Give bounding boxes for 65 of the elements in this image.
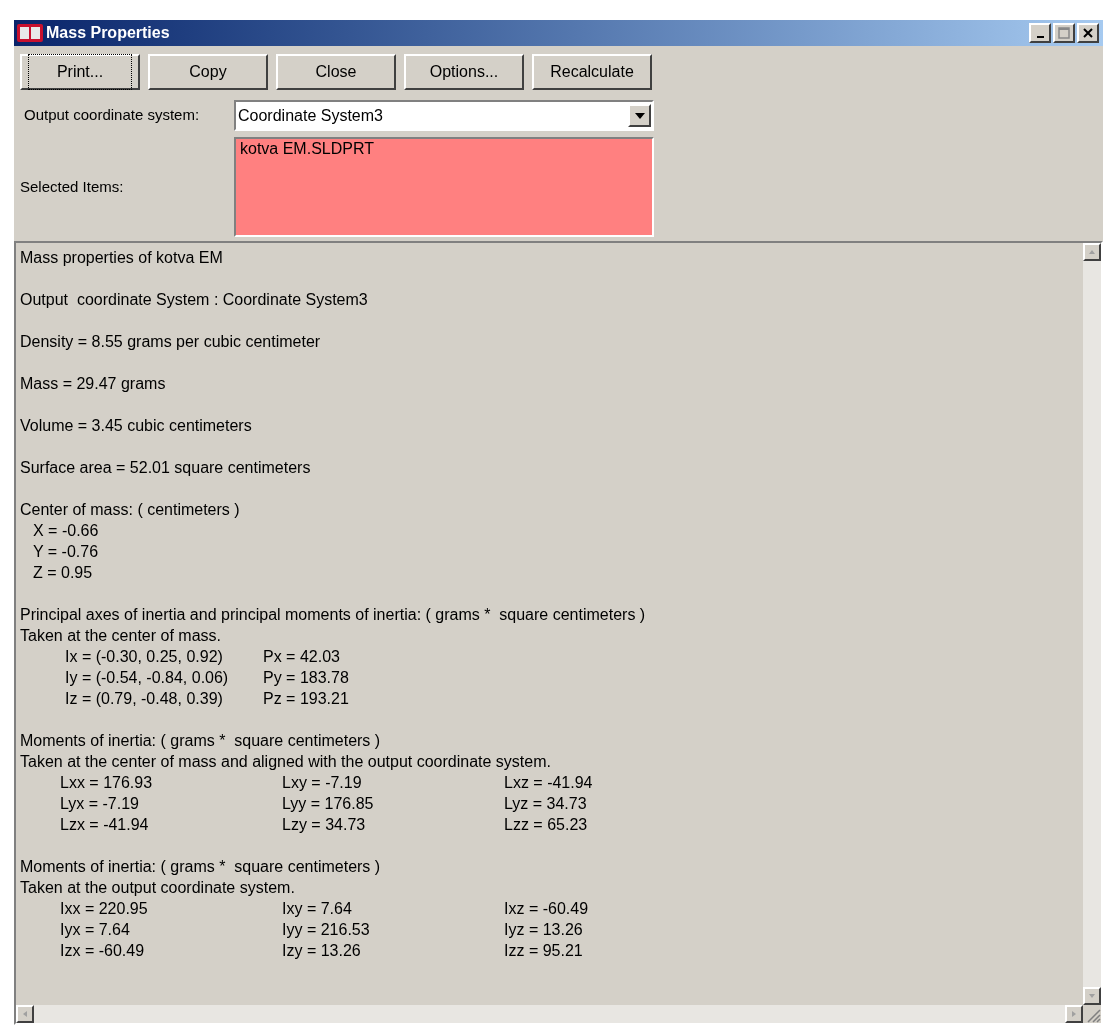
report-line: Taken at the center of mass and aligned with the output coordinate system.: [20, 752, 551, 772]
report-value: Lzz = 65.23: [504, 815, 589, 835]
report-value: Iyx = 7.64: [60, 920, 131, 940]
dialog-button[interactable]: Print...: [20, 54, 140, 90]
report-line: Density = 8.55 grams per cubic centimeter: [20, 332, 321, 352]
scroll-up-button[interactable]: [1083, 243, 1101, 261]
report-line: Output coordinate System : Coordinate System3: [20, 290, 368, 310]
horizontal-scrollbar[interactable]: [16, 1005, 1083, 1023]
dropdown-arrow-icon: [634, 112, 645, 119]
report-value: Iyz = 13.26: [504, 920, 584, 940]
vertical-scrollbar[interactable]: [1083, 243, 1101, 1005]
report-value: Lxz = -41.94: [504, 773, 594, 793]
minimize-icon: [1036, 36, 1044, 38]
scroll-right-button[interactable]: [1065, 1005, 1083, 1023]
report-value: Izy = 13.26: [282, 941, 362, 961]
report-value: Lyx = -7.19: [60, 794, 140, 814]
report-line: Surface area = 52.01 square centimeters: [20, 458, 311, 478]
dialog-button[interactable]: Recalculate: [532, 54, 652, 90]
report-value: Lxy = -7.19: [282, 773, 363, 793]
report-value: Iz = (0.79, -0.48, 0.39): [65, 689, 224, 709]
report-line: Moments of inertia: ( grams * square centimeters ): [20, 731, 381, 751]
report-line: Moments of inertia: ( grams * square centimeters ): [20, 857, 381, 877]
report-value: Lxx = 176.93: [60, 773, 154, 793]
dialog-button[interactable]: Copy: [148, 54, 268, 90]
report-value: Lzx = -41.94: [60, 815, 150, 835]
report-line: Mass properties of kotva EM: [20, 248, 223, 268]
selected-items-box[interactable]: kotva EM.SLDPRT: [234, 137, 654, 237]
report-value: Py = 183.78: [263, 668, 349, 688]
field-label: Selected Items:: [20, 176, 125, 197]
report-value: Lzy = 34.73: [282, 815, 367, 835]
report-value: Izx = -60.49: [60, 941, 146, 961]
report-value: Pz = 193.21: [263, 689, 349, 709]
report-value: Iy = (-0.54, -0.84, 0.06): [65, 668, 230, 688]
report-line: Mass = 29.47 grams: [20, 374, 166, 394]
close-icon: [1082, 27, 1094, 39]
report-line: Volume = 3.45 cubic centimeters: [20, 416, 252, 436]
dialog-button[interactable]: Close: [276, 54, 396, 90]
minimize-button[interactable]: [1029, 23, 1051, 43]
dialog-button[interactable]: Options...: [404, 54, 524, 90]
maximize-icon: [1058, 27, 1070, 39]
selected-item[interactable]: kotva EM.SLDPRT: [240, 139, 652, 159]
report-line: Principal axes of inertia and principal moments of inertia: ( grams * square centimeters ): [20, 605, 646, 625]
maximize-button[interactable]: [1053, 23, 1075, 43]
window-title: Mass Properties: [46, 23, 170, 43]
report-line: Center of mass: ( centimeters ): [20, 500, 240, 520]
report-value: Ixy = 7.64: [282, 899, 353, 919]
scroll-left-button[interactable]: [16, 1005, 34, 1023]
close-button[interactable]: [1077, 23, 1099, 43]
coordinate-system-dropdown[interactable]: Coordinate System3: [234, 100, 654, 131]
report-line: X = -0.66: [32, 521, 99, 541]
report-value: Ixx = 220.95: [60, 899, 149, 919]
report-value: Ixz = -60.49: [504, 899, 590, 919]
report-value: Lyy = 176.85: [282, 794, 375, 814]
report-line: Z = 0.95: [32, 563, 93, 583]
report-value: Lyz = 34.73: [504, 794, 588, 814]
report-value: Iyy = 216.53: [282, 920, 371, 940]
field-label: Output coordinate system:: [24, 105, 201, 126]
report-line: Taken at the output coordinate system.: [20, 878, 295, 898]
report-line: Taken at the center of mass.: [20, 626, 221, 646]
scroll-down-button[interactable]: [1083, 987, 1101, 1005]
report-value: Izz = 95.21: [504, 941, 584, 961]
app-logo-icon: [16, 23, 44, 43]
report-value: Px = 42.03: [263, 647, 340, 667]
report-line: Y = -0.76: [32, 542, 99, 562]
report-value: Ix = (-0.30, 0.25, 0.92): [65, 647, 224, 667]
